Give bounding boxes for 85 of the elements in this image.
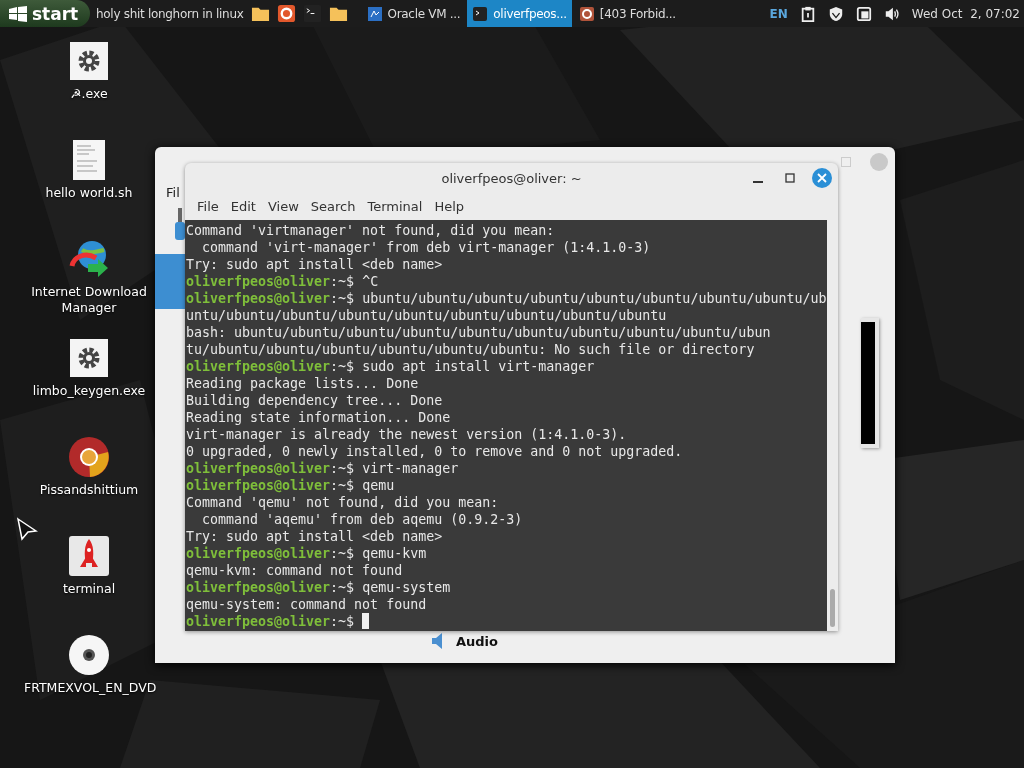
terminal-icon[interactable] [302,4,322,23]
windows-logo-icon [8,5,28,22]
terminal-command: ubuntu/ubuntu/ubuntu/ubuntu/ubuntu/ubuntu/ubuntu/ubuntu/ub [362,291,827,306]
maximize-icon [785,173,795,183]
clock[interactable]: Wed Oct 2, 07:02 [911,6,1020,21]
terminal-command: ^C [362,274,379,289]
gear-icon[interactable] [68,40,110,82]
prompt-user: oliverfpeos@oliver [186,478,331,493]
terminal-output-line: tu/ubuntu/ubuntu/ubuntu/ubuntu/ubuntu/ubuntu: No such file or directory [186,341,756,358]
prompt-user: oliverfpeos@oliver [186,359,331,374]
terminal-output-line: Command 'qemu' not found, did you mean: [186,494,500,511]
terminal-output-line: bash: ubuntu/ubuntu/ubuntu/ubuntu/ubuntu/ubuntu/ubuntu/ubuntu/ubuntu/ubun [186,324,772,341]
terminal-output-line: command 'virt-manager' from deb virt-manager (1:4.1.0-3) [201,239,652,256]
menu-item[interactable]: File [193,199,223,214]
shield-icon[interactable] [827,5,844,22]
prompt-path: :~$ [330,291,355,306]
window-icon [366,5,383,22]
prompt-path: :~$ [330,614,355,629]
tools-icon[interactable] [173,208,187,240]
terminal-output-line: Command 'virtmanager' not found, did you mean: [186,222,556,239]
terminal-output-line: 0 upgraded, 0 newly installed, 0 to remove and 0 not upgraded. [186,443,684,460]
terminal-output-line: Try: sudo apt install <deb name> [186,528,444,545]
terminal-output-line: qemu-system: command not found [186,596,428,613]
desktop-icon-label[interactable]: terminal [62,581,116,597]
prompt-user: oliverfpeos@oliver [186,291,331,306]
mouse-pointer-icon [16,517,38,541]
app-icon [578,5,595,22]
terminal-command: qemu-system [362,580,451,595]
close-button[interactable] [812,168,832,188]
scrollbar-thumb[interactable] [830,589,835,627]
prompt-path: :~$ [330,274,355,289]
browser-icon[interactable] [68,436,110,478]
terminal-command: qemu [362,478,395,493]
disc-icon[interactable] [68,634,110,676]
section-heading: Audio [456,633,498,649]
menu-item[interactable]: Search [306,199,360,214]
desktop-icon-label[interactable]: Pissandshittium [39,482,139,498]
prompt-path: :~$ [330,580,355,595]
globe-icon[interactable] [68,238,110,280]
terminal-output-line: Try: sudo apt install <deb name> [186,256,444,273]
terminal-command: sudo apt install virt-manager [362,359,595,374]
terminal-command: qemu-kvm [362,546,427,561]
prompt-user: oliverfpeos@oliver [186,580,331,595]
start-button[interactable]: start [0,0,90,27]
desktop-icon-label[interactable]: ☭.exe [70,86,108,102]
window-icon[interactable] [855,5,872,22]
menu-item[interactable]: View [263,199,303,214]
menu-item[interactable]: Fil [166,185,180,200]
terminal-output-line: qemu-kvm: command not found [186,562,404,579]
desktop-icon-label[interactable]: Internet Download Manager [24,284,154,316]
prompt-user: oliverfpeos@oliver [186,546,331,561]
terminal-output-line: Building dependency tree... Done [186,392,444,409]
prompt-path: :~$ [330,546,355,561]
taskbar-window-button[interactable]: Oracle VM ... [361,0,466,27]
prompt-user: oliverfpeos@oliver [186,614,331,629]
terminal-icon [472,5,489,22]
taskbar-window-button[interactable]: oliverfpeos... [467,0,572,27]
prompt-user: oliverfpeos@oliver [186,274,331,289]
window-title: oliverfpeos@oliver: ~ [441,170,582,186]
desktop-icon-label[interactable]: hello world.sh [45,185,133,201]
clipboard-icon[interactable] [799,5,816,22]
gear-icon[interactable] [68,337,110,379]
text-cursor [362,613,370,629]
menu-item[interactable]: Help [430,199,469,214]
terminal-output-line: Reading package lists... Done [186,375,420,392]
menu-item[interactable]: Edit [226,199,260,214]
prompt-user: oliverfpeos@oliver [186,461,331,476]
terminal-output-line: virt-manager is already the newest version (1:4.1.0-3). [186,426,628,443]
keyboard-language[interactable]: EN [769,6,788,21]
terminal-output-line: Reading state information... Done [186,409,452,426]
rocket-icon[interactable] [68,535,110,577]
close-icon [817,173,827,183]
terminal-command: virt-manager [362,461,459,476]
volume-icon[interactable] [883,5,900,22]
app-icon[interactable] [276,4,296,23]
taskbar-window-button[interactable]: [403 Forbid... [573,0,681,27]
terminal-output-line: untu/ubuntu/ubuntu/ubuntu/ubuntu/ubuntu/ubuntu/ubuntu/ubuntu [186,307,668,324]
menu-item[interactable]: Terminal [363,199,427,214]
window-title-text: holy shit longhorn in linux [96,6,244,21]
prompt-path: :~$ [330,461,355,476]
prompt-path: :~$ [330,478,355,493]
prompt-path: :~$ [330,359,355,374]
terminal-output-line: command 'aqemu' from deb aqemu (0.9.2-3) [201,511,524,528]
desktop-icon-label[interactable]: FRTMEXVOL_EN_DVD [24,680,154,696]
desktop-icon-label[interactable]: limbo_keygen.exe [32,383,146,399]
